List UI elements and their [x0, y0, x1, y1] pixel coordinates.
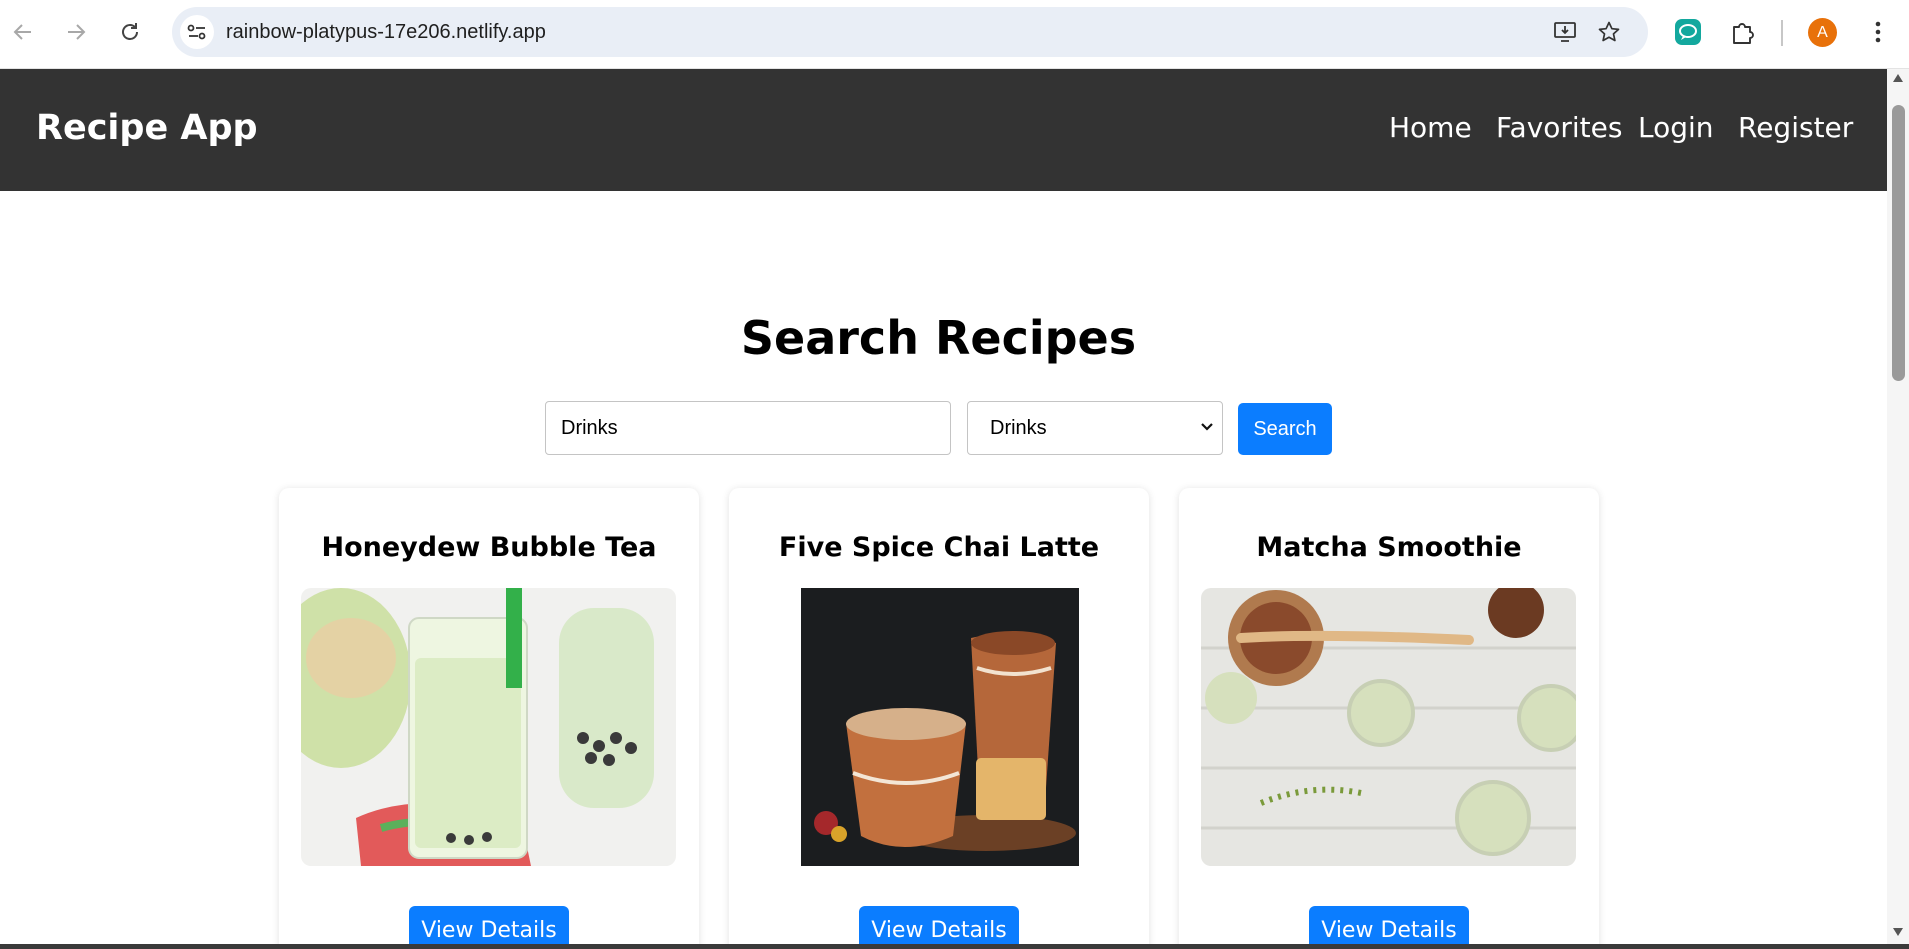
chevron-down-icon [1201, 423, 1213, 431]
bookmark-star-icon [1598, 21, 1620, 42]
nav-favorites[interactable]: Favorites [1496, 69, 1622, 187]
page-scrollbar[interactable] [1887, 69, 1909, 944]
chat-extension-button[interactable] [1671, 15, 1705, 49]
chat-extension-icon [1675, 19, 1701, 45]
recipe-image[interactable] [301, 588, 676, 866]
recipe-title: Honeydew Bubble Tea [321, 532, 657, 563]
nav-register[interactable]: Register [1738, 69, 1853, 187]
view-details-button[interactable]: View Details [859, 906, 1019, 944]
back-icon [13, 24, 31, 40]
toolbar-divider [1781, 20, 1783, 46]
address-bar[interactable]: rainbow-platypus-17e206.netlify.app [172, 7, 1648, 57]
reload-icon [122, 23, 138, 40]
category-select-value: Drinks [990, 417, 1047, 439]
more-menu-icon [1875, 21, 1881, 43]
window-bottom-edge [0, 944, 1909, 949]
recipe-image[interactable] [801, 588, 1079, 866]
bookmark-button[interactable] [1596, 19, 1622, 45]
site-settings-button[interactable] [180, 15, 214, 49]
scroll-down-arrow-icon[interactable] [1892, 927, 1904, 937]
recipe-title: Five Spice Chai Latte [778, 532, 1100, 563]
brand-logo[interactable]: Recipe App [36, 69, 258, 187]
install-app-icon [1554, 22, 1576, 42]
profile-avatar[interactable]: A [1808, 18, 1837, 47]
recipe-card: Matcha Smoothie View Details [1179, 488, 1599, 944]
back-button[interactable] [5, 14, 41, 50]
view-details-button[interactable]: View Details [409, 906, 569, 944]
site-header: Recipe App Home Favorites Login Register [0, 69, 1887, 191]
recipe-title: Matcha Smoothie [1256, 532, 1522, 563]
search-button[interactable]: Search [1238, 403, 1332, 455]
nav-login[interactable]: Login [1638, 69, 1714, 187]
recipe-image[interactable] [1201, 588, 1576, 866]
url-text: rainbow-platypus-17e206.netlify.app [226, 21, 546, 43]
more-menu-button[interactable] [1861, 15, 1895, 49]
site-settings-icon [187, 24, 206, 40]
scroll-up-arrow-icon[interactable] [1892, 73, 1904, 83]
recipe-card: Honeydew Bubble Tea View Details [279, 488, 699, 944]
extensions-puzzle-icon [1733, 23, 1754, 44]
extensions-button[interactable] [1726, 15, 1760, 49]
scrollbar-thumb[interactable] [1892, 105, 1905, 381]
recipe-card: Five Spice Chai Latte View Details [729, 488, 1149, 944]
view-details-button[interactable]: View Details [1309, 906, 1469, 944]
reload-button[interactable] [112, 14, 148, 50]
install-app-button[interactable] [1552, 19, 1578, 45]
forward-button[interactable] [58, 14, 94, 50]
search-input[interactable] [545, 401, 951, 455]
category-select[interactable]: Drinks [967, 401, 1223, 455]
forward-icon [68, 24, 86, 40]
nav-home[interactable]: Home [1389, 69, 1472, 187]
page-title: Search Recipes [740, 311, 1137, 365]
browser-toolbar: rainbow-platypus-17e206.netlify.app A [0, 0, 1909, 69]
page-viewport: Recipe App Home Favorites Login Register… [0, 69, 1887, 944]
